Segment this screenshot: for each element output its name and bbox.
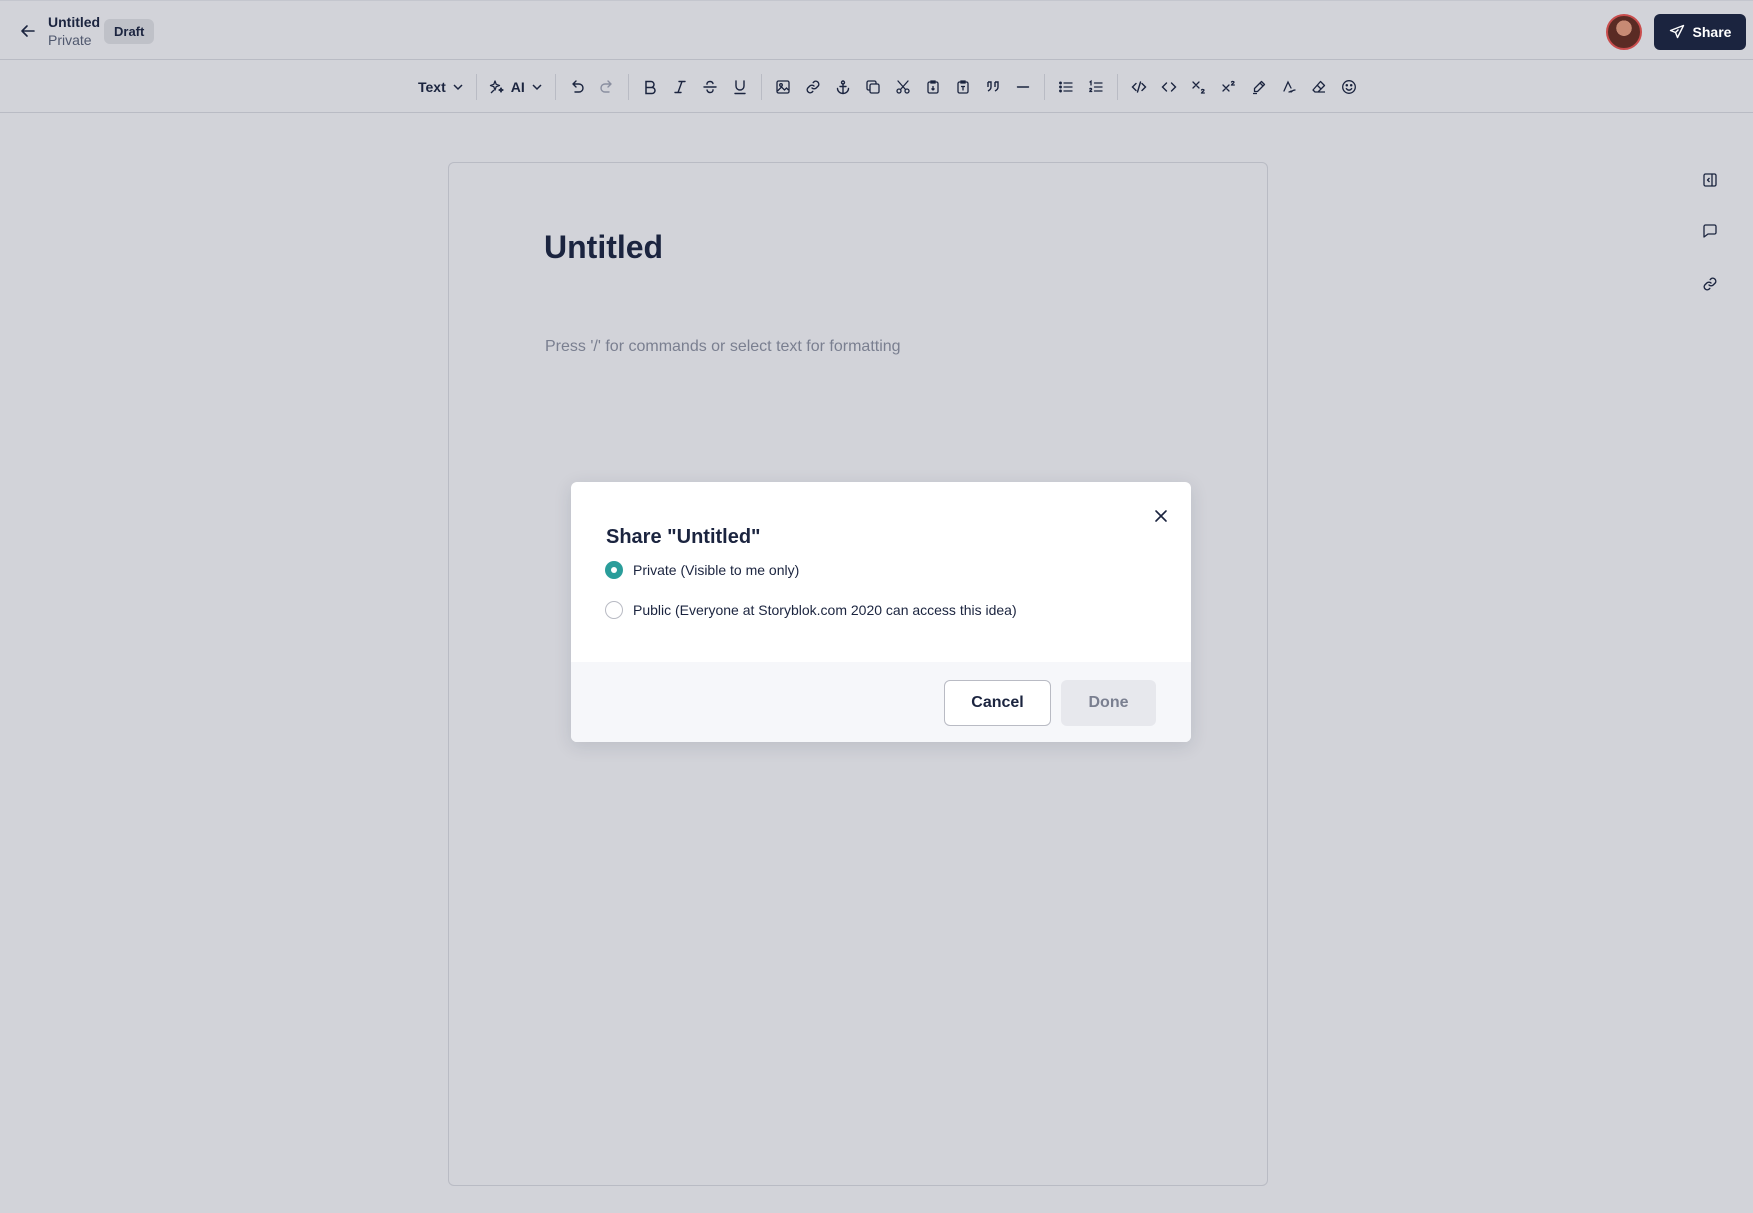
link-icon[interactable] bbox=[798, 73, 828, 101]
highlight-icon[interactable] bbox=[1244, 73, 1274, 101]
underline-icon[interactable] bbox=[725, 73, 755, 101]
chevron-down-icon bbox=[532, 84, 542, 91]
formatting-toolbar: Text AI bbox=[0, 61, 1753, 113]
divider bbox=[475, 74, 477, 100]
divider bbox=[1116, 74, 1118, 100]
ai-label: AI bbox=[510, 79, 525, 95]
top-bar: Untitled Private Draft Share bbox=[0, 0, 1753, 60]
anchor-icon[interactable] bbox=[828, 73, 858, 101]
document-visibility: Private bbox=[48, 32, 92, 48]
share-dialog: Share "Untitled" Private (Visible to me … bbox=[571, 482, 1191, 742]
radio-private[interactable] bbox=[605, 561, 623, 579]
quote-icon[interactable] bbox=[978, 73, 1008, 101]
private-option-label: Private (Visible to me only) bbox=[633, 562, 800, 578]
superscript-icon[interactable] bbox=[1214, 73, 1244, 101]
bullet-list-icon[interactable] bbox=[1051, 73, 1081, 101]
copy-icon[interactable] bbox=[858, 73, 888, 101]
subscript-icon[interactable] bbox=[1184, 73, 1214, 101]
cut-icon[interactable] bbox=[888, 73, 918, 101]
divider bbox=[554, 74, 556, 100]
page-title[interactable]: Untitled bbox=[544, 229, 663, 266]
divider bbox=[627, 74, 629, 100]
undo-icon[interactable] bbox=[562, 73, 592, 101]
ordered-list-icon[interactable] bbox=[1081, 73, 1111, 101]
back-arrow-icon[interactable] bbox=[16, 19, 40, 43]
done-button[interactable]: Done bbox=[1061, 680, 1156, 726]
clipboard-icon[interactable] bbox=[948, 73, 978, 101]
image-icon[interactable] bbox=[768, 73, 798, 101]
text-style-label: Text bbox=[418, 79, 446, 95]
dialog-title: Share "Untitled" bbox=[606, 526, 761, 548]
cancel-button[interactable]: Cancel bbox=[944, 680, 1051, 726]
inline-code-icon[interactable] bbox=[1154, 73, 1184, 101]
avatar[interactable] bbox=[1606, 14, 1642, 50]
paste-icon[interactable] bbox=[918, 73, 948, 101]
share-button-label: Share bbox=[1692, 24, 1732, 40]
text-color-icon[interactable] bbox=[1274, 73, 1304, 101]
ai-dropdown[interactable]: AI bbox=[483, 73, 549, 101]
strikethrough-icon[interactable] bbox=[695, 73, 725, 101]
share-button[interactable]: Share bbox=[1654, 14, 1746, 50]
document-title: Untitled bbox=[48, 14, 101, 30]
text-style-dropdown[interactable]: Text bbox=[412, 73, 470, 101]
collapse-panel-icon[interactable] bbox=[1698, 168, 1722, 192]
status-badge: Draft bbox=[104, 19, 155, 44]
close-icon[interactable] bbox=[1150, 505, 1172, 527]
redo-icon[interactable] bbox=[592, 73, 622, 101]
chevron-down-icon bbox=[453, 84, 463, 91]
divider bbox=[1043, 74, 1045, 100]
emoji-icon[interactable] bbox=[1334, 73, 1364, 101]
private-option[interactable]: Private (Visible to me only) bbox=[605, 561, 799, 579]
sparkle-icon bbox=[489, 80, 504, 94]
public-option[interactable]: Public (Everyone at Storyblok.com 2020 c… bbox=[605, 601, 1017, 619]
editor-placeholder[interactable]: Press '/' for commands or select text fo… bbox=[545, 338, 901, 356]
bold-icon[interactable] bbox=[635, 73, 665, 101]
send-icon bbox=[1669, 24, 1684, 39]
radio-public[interactable] bbox=[605, 601, 623, 619]
clear-format-icon[interactable] bbox=[1304, 73, 1334, 101]
public-option-label: Public (Everyone at Storyblok.com 2020 c… bbox=[633, 602, 1017, 618]
comment-icon[interactable] bbox=[1698, 219, 1722, 243]
link-icon[interactable] bbox=[1698, 272, 1722, 296]
italic-icon[interactable] bbox=[665, 73, 695, 101]
divider bbox=[760, 74, 762, 100]
horizontal-rule-icon[interactable] bbox=[1008, 73, 1038, 101]
code-block-icon[interactable] bbox=[1124, 73, 1154, 101]
